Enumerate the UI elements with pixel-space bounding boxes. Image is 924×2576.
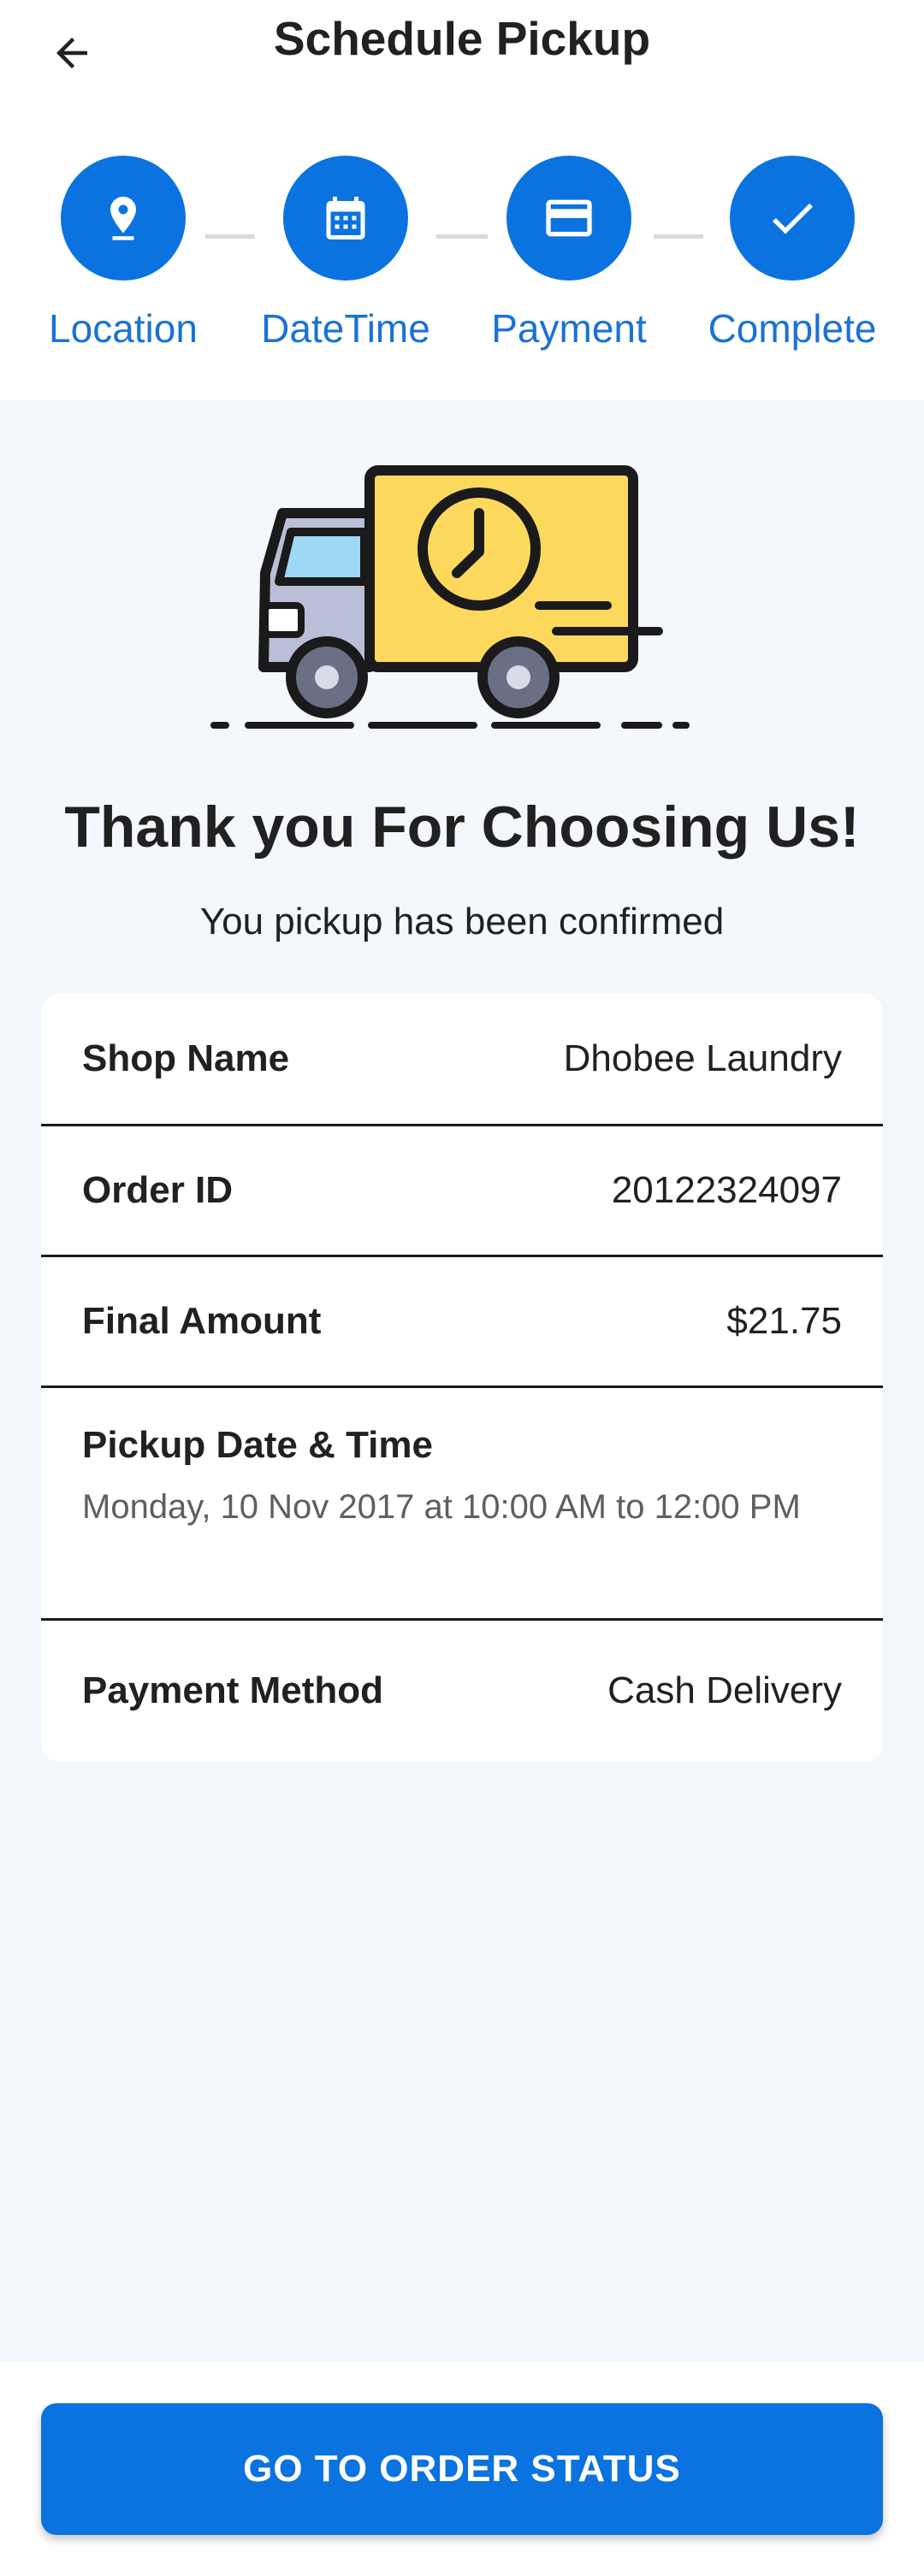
order-id-label: Order ID [82,1169,234,1211]
step-complete[interactable]: Complete [681,156,903,352]
confirmation-heading: Thank you For Choosing Us! [64,795,860,860]
step-payment[interactable]: Payment [458,156,680,352]
step-label: Location [49,306,198,351]
final-amount-value: $21.75 [726,1300,842,1342]
check-icon [773,203,813,234]
pickup-date-time-value: Monday, 10 Nov 2017 at 10:00 AM to 12:00… [82,1488,801,1526]
detail-row-final-amount: Final Amount $21.75 [41,1257,883,1385]
step-circle [506,156,631,281]
confirmation-subheading: You pickup has been confirmed [199,901,725,942]
header-area: Schedule Pickup Location DateTime Paymen… [0,0,924,400]
shop-name-value: Dhobee Laundry [563,1037,842,1079]
calendar-icon [326,197,365,239]
step-circle [283,156,408,281]
shop-name-label: Shop Name [82,1037,290,1079]
detail-row-shop-name: Shop Name Dhobee Laundry [41,994,883,1124]
location-pin-icon [110,197,136,240]
step-label: DateTime [261,306,430,351]
page-title: Schedule Pickup [273,12,651,65]
delivery-truck-clock-icon [197,453,727,736]
detail-row-order-id: Order ID 20122324097 [41,1126,883,1255]
step-label: Payment [491,306,647,351]
step-label: Complete [708,306,877,351]
step-location[interactable]: Location [12,156,234,352]
go-to-order-status-button[interactable]: GO TO ORDER STATUS [41,2403,883,2535]
divider [41,1385,883,1388]
step-circle [61,156,186,281]
detail-row-payment-method: Payment Method Cash Delivery [41,1621,883,1761]
order-id-value: 20122324097 [611,1169,842,1211]
order-details-card: Shop Name Dhobee Laundry Order ID 201223… [41,994,883,1762]
detail-row-pickup-date-time: Pickup Date & Time Monday, 10 Nov 2017 a… [41,1421,883,1533]
payment-method-label: Payment Method [82,1669,384,1711]
credit-card-icon [546,199,592,237]
payment-method-value: Cash Delivery [607,1669,842,1711]
step-datetime[interactable]: DateTime [234,156,457,352]
pickup-date-time-label: Pickup Date & Time [82,1424,433,1466]
step-circle [730,156,855,281]
final-amount-label: Final Amount [82,1300,322,1342]
